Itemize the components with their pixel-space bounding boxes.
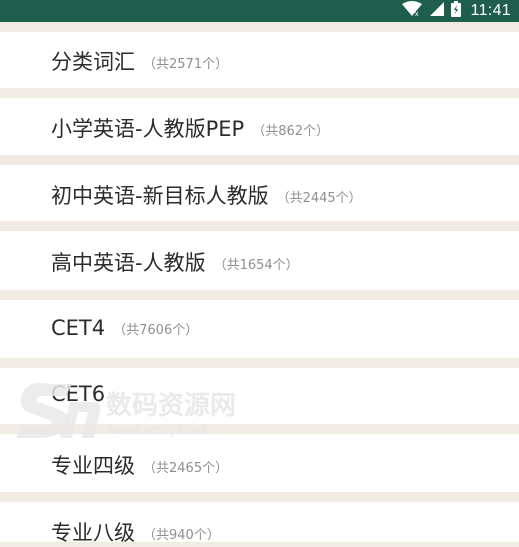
list-item-count: （共940个） <box>143 528 220 543</box>
status-time: 11:41 <box>470 2 511 19</box>
list-item-3[interactable]: 高中英语-人教版 （共1654个） <box>0 231 519 290</box>
list-item-count: （共7606个） <box>113 323 199 338</box>
list-item-title: 分类词汇 （共2571个） <box>51 50 229 74</box>
list-item-count: （共1654个） <box>213 258 299 273</box>
list-item-0[interactable]: 分类词汇 （共2571个） <box>0 32 519 88</box>
list-item-6[interactable]: 专业四级 （共2465个） <box>0 434 519 492</box>
list-item-title: 初中英语-新目标人教版 （共2445个） <box>51 184 362 208</box>
list-item-7[interactable]: 专业八级 （共940个） <box>0 502 519 545</box>
cell-signal-icon <box>429 1 445 21</box>
list-item-count: （共2465个） <box>143 461 229 476</box>
list-item-title: 专业八级 （共940个） <box>51 521 220 545</box>
wifi-icon: x <box>401 1 423 21</box>
list-item-2[interactable]: 初中英语-新目标人教版 （共2445个） <box>0 165 519 221</box>
list-item-count: （共2571个） <box>143 57 229 72</box>
svg-text:x: x <box>415 11 419 17</box>
status-bar: x 11:41 <box>0 0 519 22</box>
battery-icon <box>450 1 461 21</box>
list-item-count: （共862个） <box>252 124 330 139</box>
list-item-5[interactable]: CET6 <box>0 368 519 424</box>
list-item-1[interactable]: 小学英语-人教版PEP （共862个） <box>0 98 519 155</box>
list-item-count: （共2445个） <box>276 191 362 206</box>
status-icons: x 11:41 <box>401 0 511 22</box>
list-item-4[interactable]: CET4 （共7606个） <box>0 300 519 358</box>
list-item-title: 小学英语-人教版PEP （共862个） <box>51 117 330 141</box>
list-item-title: 专业四级 （共2465个） <box>51 454 229 478</box>
list-item-title: CET6 <box>51 382 106 406</box>
list-item-title: 高中英语-人教版 （共1654个） <box>51 251 299 275</box>
list-item-title: CET4 （共7606个） <box>51 316 199 340</box>
